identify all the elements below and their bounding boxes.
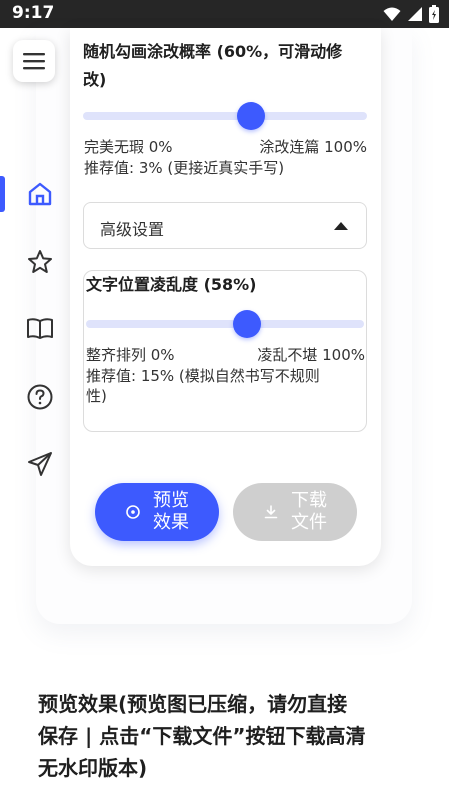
nav-item-send[interactable] [22,446,58,482]
book-icon [27,318,53,339]
download-icon [264,505,278,519]
send-icon [28,452,52,476]
position-max-label: 凌乱不堪 100% [257,346,365,364]
preview-notice-line3: 无水印版本) [38,756,148,780]
download-button-label: 下载 文件 [291,490,327,534]
position-hint: 推荐值: 15% (模拟自然书写不规则 性) [86,366,366,406]
scribble-probability-title: 随机勾画涂改概率 (60%，可滑动修 改) [83,38,373,94]
scribble-hint: 推荐值: 3% (更接近真实手写) [84,159,285,177]
preview-notice: 预览效果(预览图已压缩，请勿直接 保存 | 点击“下载文件”按钮下载高清 无水印… [38,688,408,784]
nav-active-indicator [0,176,5,212]
nav-item-home[interactable] [22,176,58,212]
star-icon [28,250,52,273]
wifi-icon [383,7,401,21]
position-min-label: 整齐排列 0% [86,346,175,364]
status-time: 9:17 [12,3,55,23]
position-slider-track[interactable] [86,320,364,328]
download-button[interactable]: 下载 文件 [233,483,357,541]
menu-button[interactable] [13,40,55,82]
status-bar: 9:17 [0,0,449,28]
scribble-title-line2: 改) [83,70,107,89]
help-icon [27,384,53,410]
position-hint-line1: 推荐值: 15% (模拟自然书写不规则 [86,367,320,385]
nav-item-favorites[interactable] [22,244,58,280]
scribble-slider-thumb[interactable] [237,102,265,130]
preview-icon [126,505,140,519]
download-label-line1: 下载 [291,490,327,511]
status-icons [383,5,439,23]
caret-up-icon [334,222,348,230]
scribble-slider-track[interactable] [83,112,367,120]
download-label-line2: 文件 [291,512,327,533]
advanced-settings-label: 高级设置 [100,220,165,239]
position-disorder-title: 文字位置凌乱度 (58%) [86,275,257,294]
hamburger-icon [23,53,45,70]
preview-button[interactable]: 预览 效果 [95,483,219,541]
preview-label-line1: 预览 [153,490,189,511]
scribble-title-line1: 随机勾画涂改概率 (60%，可滑动修 [83,42,343,61]
nav-item-help[interactable] [22,379,58,415]
scribble-min-label: 完美无瑕 0% [84,138,173,156]
advanced-settings-toggle[interactable]: 高级设置 [83,202,367,249]
preview-button-label: 预览 效果 [153,490,189,534]
nav-item-library[interactable] [22,310,58,346]
scribble-max-label: 涂改连篇 100% [259,138,367,156]
cellular-icon [408,7,422,21]
position-hint-line2: 性) [86,387,107,405]
preview-notice-line1: 预览效果(预览图已压缩，请勿直接 [38,692,348,716]
preview-notice-line2: 保存 | 点击“下载文件”按钮下载高清 [38,724,366,748]
position-slider-thumb[interactable] [233,310,261,338]
battery-icon [429,5,439,23]
preview-label-line2: 效果 [153,512,189,533]
home-icon [28,182,52,206]
